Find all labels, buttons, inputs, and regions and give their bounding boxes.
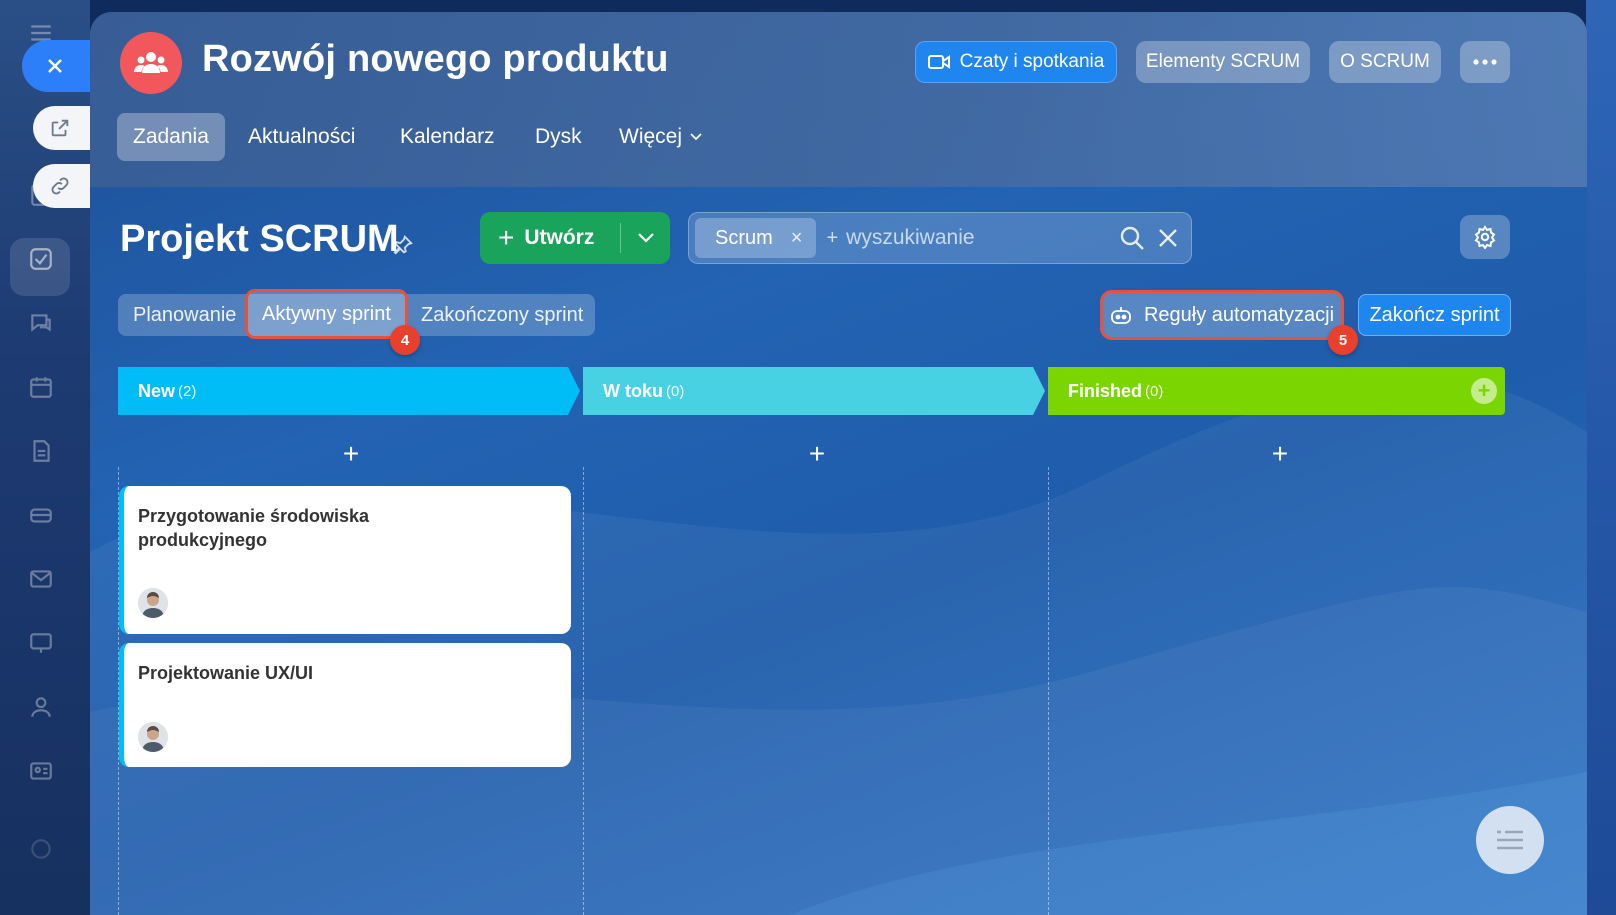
tab-planning[interactable]: Planowanie — [133, 294, 236, 336]
tab-active-sprint-label: Aktywny sprint — [262, 302, 391, 325]
video-camera-icon — [927, 55, 950, 69]
open-new-window-button[interactable] — [33, 106, 91, 150]
add-task-new-button[interactable]: + — [331, 440, 371, 468]
sprint-view-switcher: Planowanie Aktywny sprint Zakończony spr… — [118, 289, 595, 339]
close-slider-button[interactable] — [22, 40, 98, 92]
more-icon — [1473, 59, 1497, 65]
column-count: (2) — [178, 382, 197, 400]
add-task-finished-button[interactable]: + — [1260, 440, 1300, 468]
project-title: Projekt SCRUM — [120, 218, 399, 260]
finish-sprint-button[interactable]: Zakończ sprint — [1358, 294, 1511, 336]
search-filter-box[interactable]: Scrum × + wyszukiwanie — [688, 212, 1192, 264]
page-title: Rozwój nowego produktu — [202, 38, 669, 80]
create-dropdown-button[interactable] — [621, 232, 670, 244]
step-marker-4: 4 — [390, 325, 420, 355]
tab-drive-label: Dysk — [535, 125, 582, 148]
column-divider — [583, 467, 584, 915]
create-main-button[interactable]: + Utwórz — [480, 212, 620, 264]
chevron-down-icon — [637, 233, 654, 243]
feed-list-button[interactable] — [1476, 806, 1544, 874]
chats-meetings-label: Czaty i spotkania — [959, 51, 1105, 72]
avatar[interactable] — [138, 588, 168, 618]
tab-drive[interactable]: Dysk — [519, 113, 598, 161]
search-icon[interactable] — [1119, 225, 1145, 251]
tab-more-label: Więcej — [619, 125, 683, 148]
about-scrum-label: O SCRUM — [1340, 51, 1430, 72]
group-avatar — [120, 32, 182, 94]
close-icon — [48, 59, 62, 73]
pin-icon[interactable] — [392, 234, 414, 256]
gear-icon — [1474, 225, 1496, 249]
about-scrum-button[interactable]: O SCRUM — [1329, 41, 1441, 83]
group-panel: Rozwój nowego produktu Czaty i spotkania… — [90, 12, 1587, 915]
external-link-icon — [51, 119, 69, 137]
avatar[interactable] — [138, 722, 168, 752]
add-task-in-progress-button[interactable]: + — [797, 440, 837, 468]
step-marker-5: 5 — [1328, 325, 1358, 355]
add-filter-icon[interactable]: + — [826, 227, 838, 250]
create-button[interactable]: + Utwórz — [480, 212, 670, 264]
chats-meetings-button[interactable]: Czaty i spotkania — [915, 41, 1117, 83]
user-avatar-icon — [138, 588, 168, 618]
tab-more[interactable]: Więcej — [603, 113, 718, 161]
mail-icon[interactable] — [26, 564, 56, 594]
automation-rules-label: Reguły automatyzacji — [1143, 303, 1335, 326]
task-card-title[interactable]: Projektowanie UX/UI — [138, 661, 438, 685]
task-card[interactable]: Projektowanie UX/UI — [119, 643, 571, 767]
remove-chip-icon[interactable]: × — [791, 227, 803, 250]
clear-search-icon[interactable] — [1155, 225, 1181, 251]
tab-active-sprint[interactable]: Aktywny sprint — [245, 289, 408, 339]
filter-chip-label: Scrum — [715, 226, 773, 249]
tab-calendar-label: Kalendarz — [400, 125, 495, 148]
scrum-elements-button[interactable]: Elementy SCRUM — [1136, 41, 1310, 83]
right-edge — [1586, 0, 1616, 915]
scrum-elements-label: Elementy SCRUM — [1145, 51, 1301, 72]
group-icon — [134, 52, 168, 73]
column-header-new[interactable]: New (2) — [118, 367, 580, 415]
column-count: (0) — [1145, 382, 1164, 400]
column-count: (0) — [666, 382, 685, 400]
column-header-in-progress[interactable]: W toku (0) — [583, 367, 1045, 415]
settings-small-icon[interactable] — [26, 834, 56, 864]
document-icon[interactable] — [26, 436, 56, 466]
link-icon — [51, 177, 69, 195]
column-name: New — [138, 380, 176, 401]
chat-icon[interactable] — [26, 308, 56, 338]
users-icon[interactable] — [26, 692, 56, 722]
column-header-finished[interactable]: Finished (0) + — [1048, 367, 1505, 415]
filter-chip-scrum[interactable]: Scrum × — [695, 218, 817, 258]
search-input[interactable]: wyszukiwanie — [846, 226, 1119, 250]
tab-news[interactable]: Aktualności — [232, 113, 371, 161]
tab-news-label: Aktualności — [248, 125, 356, 148]
calendar-icon[interactable] — [26, 372, 56, 402]
tab-planning-label: Planowanie — [133, 303, 237, 326]
tab-tasks[interactable]: Zadania — [117, 113, 225, 161]
task-card-title[interactable]: Przygotowanie środowiska produkcyjnego — [138, 504, 438, 552]
copy-link-button[interactable] — [33, 164, 91, 208]
tab-finished-sprint-label: Zakończony sprint — [421, 303, 584, 326]
task-card[interactable]: Przygotowanie środowiska produkcyjnego — [119, 486, 571, 634]
tasks-icon[interactable] — [26, 244, 56, 274]
settings-button[interactable] — [1460, 215, 1510, 259]
column-divider — [1048, 467, 1049, 915]
column-name: W toku — [603, 380, 663, 401]
automation-rules-button[interactable]: Reguły automatyzacji — [1100, 290, 1344, 340]
column-name: Finished — [1068, 380, 1143, 401]
tab-tasks-label: Zadania — [133, 125, 209, 148]
create-label: Utwórz — [524, 226, 595, 249]
tab-calendar[interactable]: Kalendarz — [384, 113, 511, 161]
drive-icon[interactable] — [26, 500, 56, 530]
tab-finished-sprint[interactable]: Zakończony sprint — [421, 294, 583, 336]
add-column-icon[interactable]: + — [1471, 378, 1497, 404]
chevron-down-icon — [690, 133, 702, 141]
list-icon — [1497, 830, 1523, 850]
user-avatar-icon — [138, 722, 168, 752]
robot-icon — [1111, 307, 1131, 324]
finish-sprint-label: Zakończ sprint — [1369, 303, 1500, 326]
plus-icon: + — [498, 222, 515, 253]
board-icon[interactable] — [26, 628, 56, 658]
more-button[interactable] — [1460, 41, 1510, 83]
contact-card-icon[interactable] — [26, 756, 56, 786]
